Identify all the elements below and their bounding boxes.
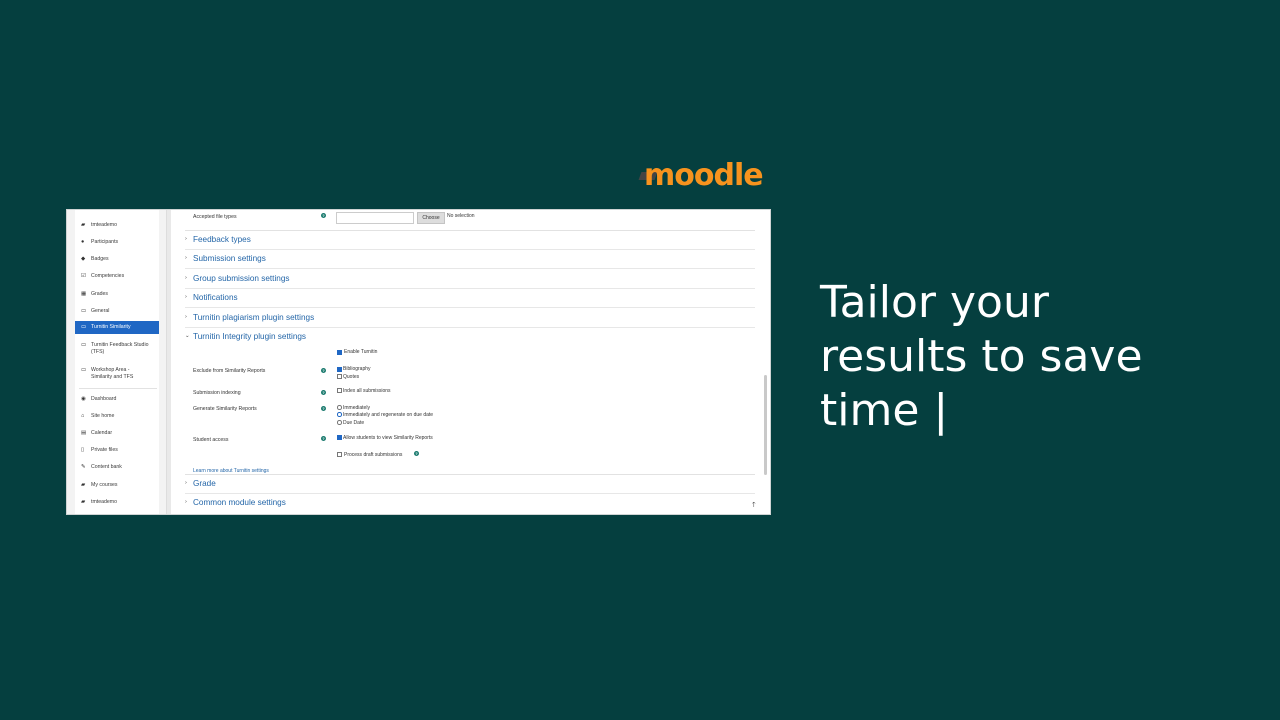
sidebar-item-workshop-area[interactable]: ▭ Workshop Area - Similarity and TFS: [75, 367, 149, 380]
scrollbar-thumb[interactable]: [764, 375, 767, 475]
sidebar-item-calendar[interactable]: ▤ Calendar: [75, 430, 159, 437]
dashboard-icon: ◉: [81, 396, 86, 402]
section-submission-settings[interactable]: › Submission settings: [185, 250, 755, 269]
folder-icon: ▭: [81, 308, 87, 314]
choose-button[interactable]: Choose: [417, 212, 445, 224]
section-feedback-types[interactable]: › Feedback types: [185, 231, 755, 250]
help-icon[interactable]: ?: [321, 390, 326, 395]
index-all-submissions-label: Index all submissions: [343, 388, 391, 394]
allow-students-view-label: Allow students to view Similarity Report…: [343, 435, 433, 441]
sidebar-item-content-bank[interactable]: ✎ Content bank: [75, 464, 159, 471]
chevron-right-icon: ›: [185, 275, 187, 281]
generate-due-date-radio[interactable]: [337, 420, 342, 425]
sidebar-item-course[interactable]: ▰ tmteademo: [75, 222, 159, 229]
sidebar-nav: ▰ tmteademo ● Participants ◆ Badges ☑ Compet…: [75, 210, 159, 514]
sidebar-item-private-files[interactable]: ▯ Private files: [75, 447, 159, 454]
file-selection-status: No selection: [447, 213, 475, 219]
allow-students-view-checkbox[interactable]: [337, 435, 342, 440]
bibliography-checkbox[interactable]: [337, 367, 342, 372]
graduation-cap-icon: ▰: [81, 482, 86, 488]
tagline-line: Tailor your: [820, 277, 1049, 328]
chevron-right-icon: ›: [185, 480, 187, 486]
home-icon: ⌂: [81, 413, 85, 419]
check-icon: ☑: [81, 273, 86, 279]
sidebar-item-badges[interactable]: ◆ Badges: [75, 256, 159, 263]
graduation-cap-icon: ▰: [81, 499, 86, 505]
generate-regenerate-label: Immediately and regenerate on due date: [343, 412, 434, 418]
help-icon[interactable]: ?: [321, 368, 326, 373]
help-icon[interactable]: ?: [321, 436, 326, 441]
enable-turnitin-label: Enable Turnitin: [344, 349, 378, 355]
generate-immediately-label: Immediately: [343, 405, 370, 411]
process-draft-checkbox[interactable]: [337, 452, 342, 457]
enable-turnitin-checkbox[interactable]: [337, 350, 342, 355]
bibliography-label: Bibliography: [343, 366, 371, 372]
tagline: Tailor your results to save time |: [820, 276, 1260, 438]
sidebar-item-my-courses[interactable]: ▰ My courses: [75, 482, 159, 489]
sidebar-item-competencies[interactable]: ☑ Competencies: [75, 273, 159, 280]
folder-icon: ▭: [81, 367, 87, 373]
index-all-submissions-checkbox[interactable]: [337, 388, 342, 393]
moodle-settings-screenshot: ▰ tmteademo ● Participants ◆ Badges ☑ Compet…: [66, 209, 771, 515]
graduation-cap-icon: ▰: [81, 222, 86, 228]
chevron-right-icon: ›: [185, 255, 187, 261]
logo-text: moodle: [644, 158, 764, 193]
section-group-submission-settings[interactable]: › Group submission settings: [185, 270, 755, 289]
back-to-top-arrow-icon[interactable]: 🡑: [752, 501, 756, 512]
generate-reports-label: Generate Similarity Reports: [193, 406, 257, 412]
sidebar-divider: [79, 388, 157, 389]
section-turnitin-integrity-plugin[interactable]: ⌄ Turnitin Integrity plugin settings: [185, 328, 755, 347]
chevron-right-icon: ›: [185, 236, 187, 242]
chevron-right-icon: ›: [185, 294, 187, 300]
tagline-line: time |: [820, 385, 949, 436]
sidebar-item-course-2[interactable]: ▰ tmteademo: [75, 499, 159, 506]
sidebar-item-grades[interactable]: ▦ Grades: [75, 291, 159, 298]
pencil-icon: ✎: [81, 464, 86, 470]
exclude-label: Exclude from Similarity Reports: [193, 368, 266, 374]
users-icon: ●: [81, 239, 85, 245]
chevron-right-icon: ›: [185, 314, 187, 320]
section-turnitin-plagiarism-plugin[interactable]: › Turnitin plagiarism plugin settings: [185, 309, 755, 328]
sidebar-item-dashboard[interactable]: ◉ Dashboard: [75, 396, 159, 403]
calendar-icon: ▤: [81, 430, 87, 436]
file-icon: ▯: [81, 447, 85, 453]
sidebar-item-site-home[interactable]: ⌂ Site home: [75, 413, 159, 420]
accepted-file-types-input[interactable]: [336, 212, 414, 224]
help-icon[interactable]: ?: [414, 451, 419, 456]
student-access-label: Student access: [193, 437, 229, 443]
sidebar-item-general[interactable]: ▭ General: [75, 308, 159, 315]
section-notifications[interactable]: › Notifications: [185, 289, 755, 308]
help-icon[interactable]: ?: [321, 213, 326, 218]
generate-immediately-radio[interactable]: [337, 405, 342, 410]
submission-indexing-label: Submission indexing: [193, 390, 241, 396]
sidebar-item-participants[interactable]: ● Participants: [75, 239, 159, 246]
folder-icon: ▭: [81, 324, 87, 330]
folder-icon: ▭: [81, 342, 87, 348]
tagline-line: results to save: [820, 331, 1143, 382]
accepted-file-types-label: Accepted file types: [193, 214, 237, 220]
chevron-down-icon: ⌄: [185, 333, 190, 339]
process-draft-label: Process draft submissions: [344, 452, 403, 458]
quotes-checkbox[interactable]: [337, 374, 342, 379]
sidebar-item-turnitin-feedback-studio[interactable]: ▭ Turnitin Feedback Studio (TFS): [75, 342, 149, 355]
help-icon[interactable]: ?: [321, 406, 326, 411]
sidebar-item-turnitin-similarity[interactable]: ▭ Turnitin Similarity: [75, 321, 159, 334]
table-icon: ▦: [81, 291, 87, 297]
moodle-logo: moodle: [638, 158, 772, 200]
assignment-settings-form: Accepted file types ? Choose No selectio…: [171, 210, 770, 514]
section-common-module-settings[interactable]: › Common module settings: [185, 494, 755, 513]
shield-icon: ◆: [81, 256, 86, 262]
generate-regenerate-radio[interactable]: [337, 412, 342, 417]
course-sidebar: ▰ tmteademo ● Participants ◆ Badges ☑ Compet…: [67, 210, 167, 514]
chevron-right-icon: ›: [185, 499, 187, 505]
section-grade[interactable]: › Grade: [185, 475, 755, 494]
quotes-label: Quotes: [343, 374, 360, 380]
generate-due-date-label: Due Date: [343, 420, 365, 426]
